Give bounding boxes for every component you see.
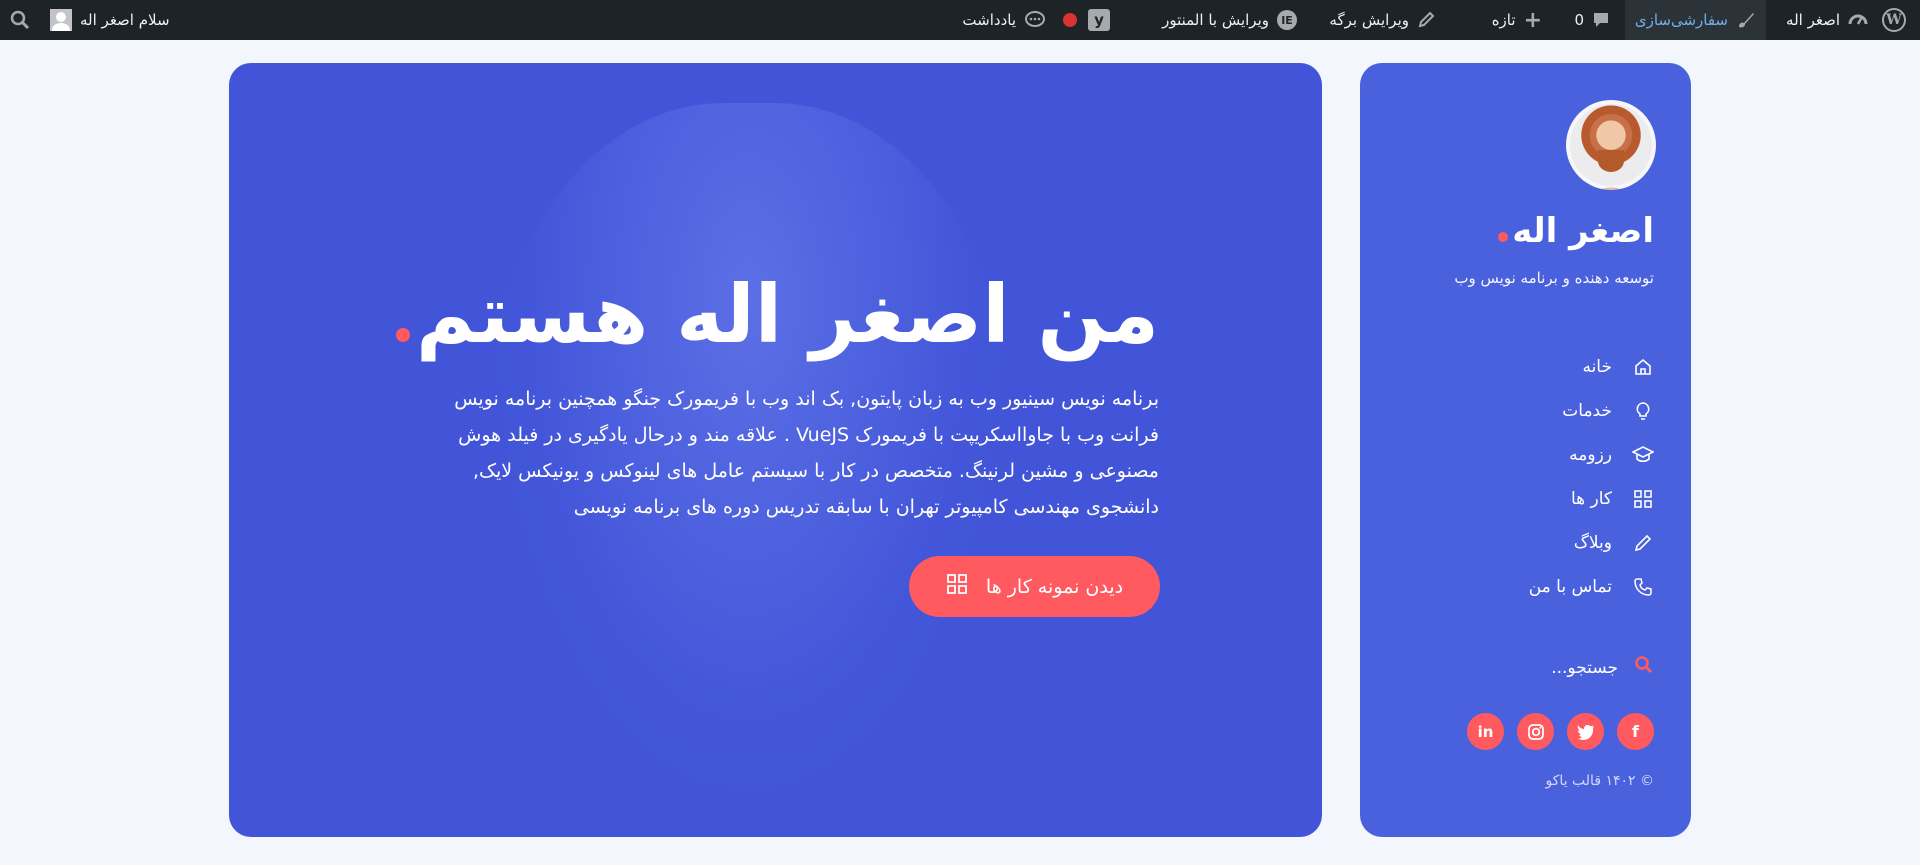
admin-search[interactable] — [10, 0, 30, 40]
search-icon — [1634, 655, 1654, 680]
site-title-text: اصغر اله — [1512, 211, 1654, 251]
plus-icon: + — [1523, 7, 1542, 33]
main-navigation: خانه خدمات رزومه کار ها وبلاگ تماس با من — [1414, 345, 1654, 609]
nav-item-portfolio[interactable]: کار ها — [1414, 477, 1654, 521]
facebook-icon[interactable]: f — [1617, 713, 1654, 750]
site-title[interactable]: اصغر اله — [1498, 211, 1654, 251]
wordpress-logo[interactable]: W — [1882, 0, 1906, 40]
hero-title: من اصغر اله هستم — [396, 268, 1160, 361]
graduation-cap-icon — [1632, 445, 1654, 465]
nav-label: رزومه — [1569, 445, 1612, 465]
status-indicator[interactable] — [1063, 0, 1077, 40]
sidebar: اصغر اله توسعه دهنده و برنامه نویس وب خا… — [1360, 63, 1691, 837]
edit-elementor-menu[interactable]: IE ویرایش با المنتور — [1162, 0, 1297, 40]
dashboard-icon — [1848, 10, 1868, 30]
elementor-icon: IE — [1277, 10, 1297, 30]
nav-label: وبلاگ — [1573, 533, 1612, 553]
nav-item-home[interactable]: خانه — [1414, 345, 1654, 389]
search-icon — [10, 10, 30, 30]
new-label: تازه — [1491, 11, 1516, 29]
title-dot-icon — [396, 328, 411, 342]
hero-title-text: من اصغر اله هستم — [416, 268, 1160, 361]
yoast-icon: y — [1088, 9, 1110, 31]
copyright-text: © ۱۴۰۲ قالب یاکو — [1545, 773, 1654, 789]
site-name-menu[interactable]: اصغر اله — [1786, 0, 1868, 40]
account-menu[interactable]: سلام اصغر اله — [50, 0, 170, 40]
edit-page-menu[interactable]: ویرایش برگه — [1329, 0, 1435, 40]
home-icon — [1632, 357, 1654, 377]
nav-item-resume[interactable]: رزومه — [1414, 433, 1654, 477]
nav-item-contact[interactable]: تماس با من — [1414, 565, 1654, 609]
hero-description: برنامه نویس سینیور وب به زبان پایتون, بک… — [454, 388, 1159, 518]
wordpress-icon: W — [1882, 8, 1906, 32]
greeting-label: سلام اصغر اله — [80, 11, 170, 29]
sidebar-search[interactable]: جستجو... — [1551, 655, 1654, 680]
lightbulb-icon — [1632, 401, 1654, 421]
title-dot-icon — [1498, 232, 1509, 242]
notes-label: یادداشت — [962, 11, 1016, 29]
nav-label: خانه — [1582, 357, 1612, 377]
grid-icon — [946, 573, 968, 600]
site-name-label: اصغر اله — [1786, 11, 1840, 29]
speech-bubble-icon — [1024, 10, 1046, 30]
hero-section: من اصغر اله هستم برنامه نویس سینیور وب ب… — [229, 63, 1322, 837]
nav-item-services[interactable]: خدمات — [1414, 389, 1654, 433]
notes-menu[interactable]: یادداشت — [962, 0, 1046, 40]
edit-page-label: ویرایش برگه — [1329, 11, 1409, 29]
profile-avatar — [1566, 100, 1656, 190]
pencil-icon — [1632, 533, 1654, 553]
grid-icon — [1632, 489, 1654, 509]
comment-icon — [1592, 11, 1610, 29]
edit-elementor-label: ویرایش با المنتور — [1162, 11, 1269, 29]
nav-label: تماس با من — [1528, 577, 1612, 597]
instagram-icon[interactable] — [1517, 713, 1554, 750]
pencil-icon — [1417, 11, 1435, 29]
twitter-icon[interactable] — [1567, 713, 1604, 750]
nav-label: کار ها — [1570, 489, 1612, 509]
comments-menu[interactable]: 0 — [1574, 0, 1610, 40]
new-content-menu[interactable]: + تازه — [1492, 0, 1542, 40]
status-dot-icon — [1063, 13, 1077, 27]
search-label: جستجو... — [1551, 657, 1618, 678]
comments-count: 0 — [1574, 11, 1584, 29]
linkedin-icon[interactable]: in — [1467, 713, 1504, 750]
nav-label: خدمات — [1562, 401, 1612, 421]
customize-label: سفارشی‌سازی — [1634, 11, 1728, 29]
social-links: f in — [1467, 713, 1654, 750]
user-avatar-icon — [50, 9, 72, 31]
paintbrush-icon — [1736, 10, 1756, 30]
customize-menu[interactable]: سفارشی‌سازی — [1624, 0, 1766, 40]
phone-icon — [1632, 577, 1654, 597]
cta-label: دیدن نمونه کار ها — [985, 575, 1124, 598]
view-portfolio-button[interactable]: دیدن نمونه کار ها — [909, 556, 1160, 617]
yoast-menu[interactable]: y — [1088, 0, 1110, 40]
admin-bar: W اصغر اله سفارشی‌سازی 0 + تازه ویرایش ب… — [0, 0, 1920, 40]
nav-item-blog[interactable]: وبلاگ — [1414, 521, 1654, 565]
site-tagline: توسعه دهنده و برنامه نویس وب — [1454, 269, 1654, 287]
